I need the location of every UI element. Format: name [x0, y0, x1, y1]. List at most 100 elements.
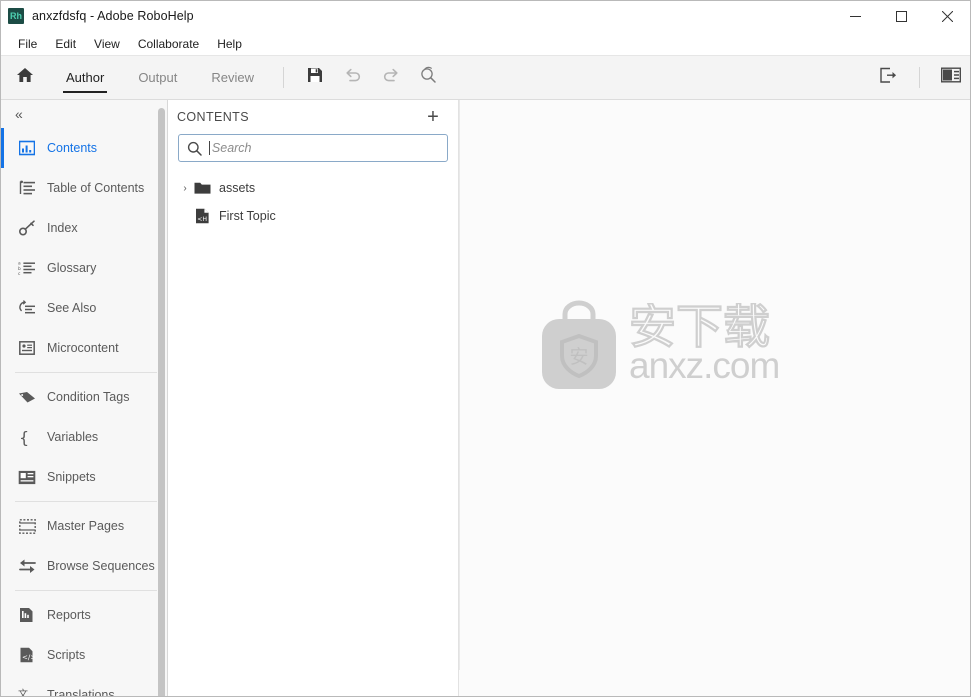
watermark-url: anxz.com [629, 345, 780, 386]
tree-row[interactable]: › assets [168, 174, 458, 202]
sidebar-item-see-also[interactable]: See Also [1, 288, 167, 328]
sidebar-item-variables[interactable]: { } Variables [1, 417, 167, 457]
sidebar-item-label: Index [47, 221, 78, 235]
tab-review-label: Review [211, 70, 254, 85]
tab-author-label: Author [66, 70, 105, 85]
sidebar-item-label: See Also [47, 301, 97, 315]
tree-item-label: First Topic [219, 209, 276, 223]
sidebar-list: « Contents Table of Contents Index a b c… [1, 100, 167, 696]
search-input[interactable] [211, 141, 439, 155]
sidebar-item-master-pages[interactable]: Master Pages [1, 506, 167, 546]
sidebar-item-table-of-contents[interactable]: Table of Contents [1, 168, 167, 208]
toolbar-divider-1 [282, 67, 284, 88]
sidebar-item-label: Translations [47, 688, 115, 696]
braces-icon: { } [17, 427, 37, 447]
sidebar-item-label: Variables [47, 430, 99, 444]
html-file-icon: <H [192, 206, 212, 226]
editor-canvas[interactable]: 安 安下载 anxz.com [459, 100, 970, 696]
menu-item-help[interactable]: Help [208, 35, 251, 53]
double-chevron-left-icon: « [15, 106, 23, 122]
watermark-bag-icon: 安 [542, 300, 616, 389]
snippet-icon [17, 467, 37, 487]
left-sidebar: « Contents Table of Contents Index a b c… [1, 100, 168, 696]
body-area: « Contents Table of Contents Index a b c… [1, 100, 970, 696]
title-bar-left: Rh anxzfdsfq - Adobe RoboHelp [1, 8, 194, 24]
floppy-disk-icon [307, 67, 323, 88]
exit-button[interactable] [869, 56, 907, 99]
microcontent-icon [17, 338, 37, 358]
sidebar-scrollbar[interactable] [158, 108, 165, 696]
folder-icon [192, 178, 212, 198]
sidebar-item-contents[interactable]: Contents [1, 128, 167, 168]
sidebar-item-index[interactable]: Index [1, 208, 167, 248]
panel-layout-icon [940, 67, 962, 88]
script-code-icon: </> [17, 645, 37, 665]
svg-text:</>: </> [22, 653, 35, 661]
app-icon-label: Rh [10, 10, 22, 21]
sidebar-collapse-button[interactable]: « [1, 100, 167, 128]
toolbar-right-group [869, 56, 970, 99]
search-wrapper [168, 134, 458, 162]
undo-button[interactable] [334, 56, 372, 99]
toc-lines-icon [17, 178, 37, 198]
sidebar-item-glossary[interactable]: a b c Glossary [1, 248, 167, 288]
toolbar-divider-2 [919, 67, 920, 88]
contents-panel-title: CONTENTS [177, 110, 249, 124]
svg-text:c: c [18, 272, 21, 276]
sidebar-separator-2 [15, 501, 157, 502]
tab-author[interactable]: Author [49, 56, 121, 99]
close-button[interactable] [924, 1, 970, 32]
menu-item-edit[interactable]: Edit [46, 35, 85, 53]
sidebar-item-label: Table of Contents [47, 181, 145, 195]
browse-arrows-icon [17, 556, 37, 576]
sidebar-item-reports[interactable]: Reports [1, 595, 167, 635]
menu-bar: File Edit View Collaborate Help [1, 32, 970, 56]
menu-item-view[interactable]: View [85, 35, 129, 53]
robohelp-app-icon: Rh [8, 8, 24, 24]
master-page-icon [17, 516, 37, 536]
layout-button[interactable] [932, 56, 970, 99]
tab-output[interactable]: Output [121, 56, 194, 99]
application-window: Rh anxzfdsfq - Adobe RoboHelp File Edit … [0, 0, 971, 697]
redo-button[interactable] [372, 56, 410, 99]
sidebar-item-browse-sequences[interactable]: Browse Sequences [1, 546, 167, 586]
tab-review[interactable]: Review [194, 56, 271, 99]
tab-output-label: Output [138, 70, 178, 85]
report-icon [17, 605, 37, 625]
search-box[interactable] [178, 134, 448, 162]
sidebar-item-condition-tags[interactable]: Condition Tags [1, 377, 167, 417]
link-list-icon [17, 298, 37, 318]
workspace-tabs: Author Output Review [49, 56, 271, 99]
save-button[interactable] [296, 56, 334, 99]
sidebar-item-microcontent[interactable]: Microcontent [1, 328, 167, 368]
sidebar-item-label: Contents [47, 141, 98, 155]
sidebar-item-label: Microcontent [47, 341, 119, 355]
sidebar-item-snippets[interactable]: Snippets [1, 457, 167, 497]
watermark-badge-char: 安 [569, 346, 588, 368]
sidebar-item-label: Glossary [47, 261, 97, 275]
sidebar-item-scripts[interactable]: </> Scripts [1, 635, 167, 675]
window-title: anxzfdsfq - Adobe RoboHelp [32, 9, 194, 23]
add-content-button[interactable]: + [422, 106, 444, 128]
watermark-cn-text: 安下载 [629, 303, 771, 351]
translate-icon: 文 A [17, 685, 37, 697]
sidebar-item-translations[interactable]: 文 A Translations [1, 675, 167, 697]
key-icon [17, 218, 37, 238]
maximize-button[interactable] [878, 1, 924, 32]
find-replace-button[interactable] [410, 56, 448, 99]
menu-item-file[interactable]: File [9, 35, 46, 53]
sidebar-item-label: Master Pages [47, 519, 125, 533]
home-button[interactable] [1, 56, 49, 99]
sidebar-item-label: Browse Sequences [47, 559, 155, 573]
exit-arrow-icon [879, 67, 898, 89]
chevron-right-icon[interactable]: › [178, 183, 192, 194]
contents-panel-header: CONTENTS + [168, 100, 458, 134]
window-controls [832, 1, 970, 32]
watermark: 安 安下载 anxz.com [539, 296, 854, 391]
redo-arrow-icon [382, 67, 400, 88]
menu-item-collaborate[interactable]: Collaborate [129, 35, 208, 53]
minimize-button[interactable] [832, 1, 878, 32]
home-icon [16, 66, 34, 89]
sidebar-separator-1 [15, 372, 157, 373]
tree-row[interactable]: <H First Topic [168, 202, 458, 230]
